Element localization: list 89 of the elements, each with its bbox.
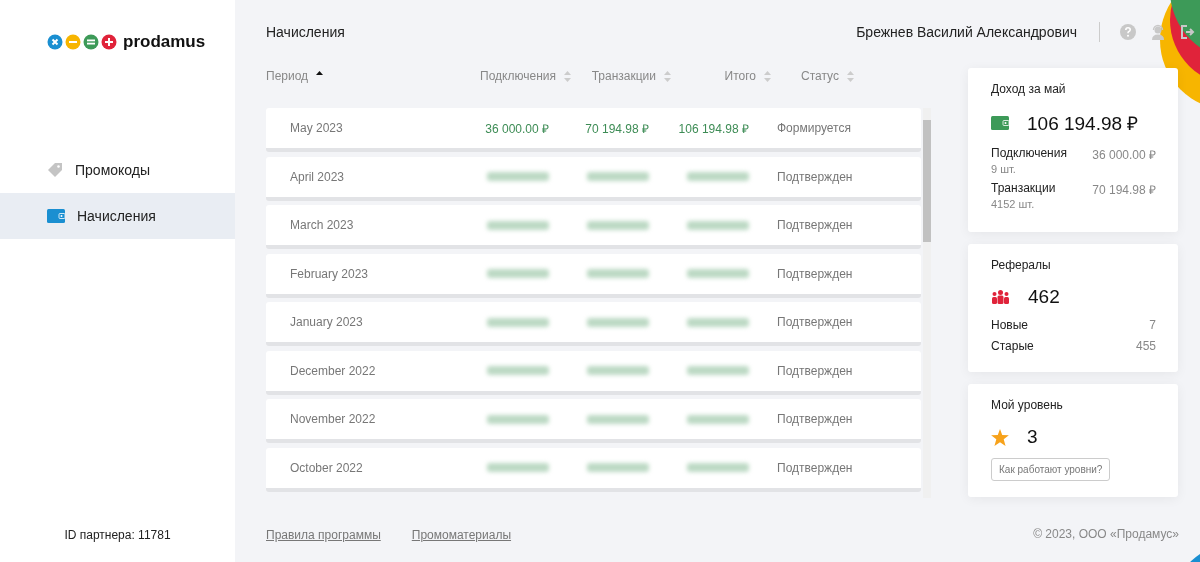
logo-text: prodamus <box>123 32 206 52</box>
status-cell-text: Подтвержден <box>777 363 854 378</box>
period-cell-text: February 2023 <box>289 266 370 281</box>
logout-icon[interactable] <box>1180 24 1196 40</box>
partner-id: ID партнера: 11781 <box>63 528 172 544</box>
line-count: 4152 шт. <box>991 198 1036 210</box>
period-cell-text: March 2023 <box>289 218 355 232</box>
wallet-icon <box>47 209 65 223</box>
line-label: Старые <box>991 339 1034 355</box>
column-header[interactable]: Подключения <box>480 69 556 83</box>
blurred-amount <box>487 317 549 327</box>
table-row[interactable]: October 2022 Подтвержден <box>266 447 921 492</box>
amount-cell-text: 36 000.00 ₽ <box>484 120 550 137</box>
levels-info-button[interactable]: Как работают уровни? <box>991 458 1111 481</box>
blurred-amount <box>687 414 749 424</box>
status-cell-text: Подтвержден <box>777 412 854 426</box>
blurred-amount <box>487 220 549 230</box>
blurred-amount <box>587 414 649 424</box>
table-row[interactable]: February 2023 Подтвержден <box>266 253 921 298</box>
table-row[interactable]: March 2023 Подтвержден <box>266 205 921 249</box>
support-icon[interactable] <box>1150 24 1166 40</box>
period-cell-text: May 2023 <box>289 121 344 135</box>
table-row[interactable]: May 2023 36 000.00 ₽ 70 194.98 ₽ 106 194.98 ₽ Формируется <box>266 108 921 152</box>
blurred-amount <box>487 463 549 472</box>
period-cell-text: January 2023 <box>289 315 364 329</box>
period-cell-text: October 2022 <box>289 460 364 475</box>
blurred-amount <box>587 366 649 375</box>
income-amount: 106 194.98 ₽ <box>1027 112 1139 136</box>
sidebar-item[interactable]: Промокоды <box>0 147 235 193</box>
referral-count: 462 <box>1028 286 1060 308</box>
line-value: 7 <box>1149 318 1156 334</box>
amount-cell-text: 106 194.98 ₽ <box>677 120 750 137</box>
line-count: 9 шт. <box>991 163 1017 175</box>
column-header[interactable]: Транзакции <box>591 69 656 83</box>
period-cell-text: April 2023 <box>289 169 346 184</box>
table-row[interactable]: November 2022 Подтвержден <box>266 399 921 443</box>
status-cell-text: Подтвержден <box>777 315 854 329</box>
line-value: 455 <box>1135 339 1156 355</box>
line-label: Новые <box>991 318 1028 334</box>
column-header[interactable]: Статус <box>801 69 839 83</box>
card-title: Мой уровень <box>991 398 1064 412</box>
blurred-amount <box>487 172 549 181</box>
help-icon[interactable] <box>1120 24 1136 40</box>
card-title: Рефералы <box>991 258 1052 272</box>
blurred-amount <box>587 463 649 472</box>
column-header[interactable]: Период <box>266 69 309 83</box>
scrollbar[interactable] <box>923 108 931 498</box>
footer-link[interactable]: Промоматериалы <box>411 528 512 542</box>
table-row[interactable]: April 2023 Подтвержден <box>266 156 921 201</box>
logo-icon <box>47 34 117 50</box>
period-cell-text: December 2022 <box>289 363 377 378</box>
period-cell-text: November 2022 <box>289 412 377 426</box>
blurred-amount <box>487 269 549 278</box>
blurred-amount <box>687 220 749 230</box>
status-cell-text: Формируется <box>777 121 852 135</box>
star-icon <box>991 428 1009 446</box>
people-icon <box>991 290 1010 304</box>
wallet-icon <box>991 116 1009 130</box>
footer-link[interactable]: Правила программы <box>266 528 381 542</box>
tag-icon <box>47 162 63 178</box>
line-label: Подключения <box>991 146 1067 162</box>
page-title: Начисления <box>266 24 345 40</box>
blurred-amount <box>587 172 649 181</box>
blurred-amount <box>687 172 749 181</box>
line-label: Транзакции <box>991 181 1056 197</box>
blurred-amount <box>487 366 549 375</box>
sidebar-item[interactable]: Начисления <box>0 193 235 239</box>
line-value: 36 000.00 ₽ <box>1092 147 1156 163</box>
amount-cell-text: 70 194.98 ₽ <box>584 120 650 137</box>
blurred-amount <box>587 220 649 230</box>
blurred-amount <box>687 317 749 327</box>
level-value: 3 <box>1027 426 1038 448</box>
line-value: 70 194.98 ₽ <box>1092 182 1156 198</box>
column-header[interactable]: Итого <box>724 69 756 83</box>
card-title: Доход за май <box>991 82 1067 96</box>
blurred-amount <box>487 414 549 424</box>
copyright: © 2023, ООО «Продамус» <box>1033 527 1179 541</box>
table-row[interactable]: January 2023 Подтвержден <box>266 302 921 346</box>
status-cell-text: Подтвержден <box>777 169 854 184</box>
blurred-amount <box>687 366 749 375</box>
blurred-amount <box>687 269 749 278</box>
table-row[interactable]: December 2022 Подтвержден <box>266 350 921 395</box>
user-name: Брежнев Василий Александрович <box>856 24 1077 40</box>
blurred-amount <box>587 317 649 327</box>
blurred-amount <box>587 269 649 278</box>
blurred-amount <box>687 463 749 472</box>
status-cell-text: Подтвержден <box>777 218 854 232</box>
status-cell-text: Подтвержден <box>777 266 854 281</box>
status-cell-text: Подтвержден <box>777 460 854 475</box>
